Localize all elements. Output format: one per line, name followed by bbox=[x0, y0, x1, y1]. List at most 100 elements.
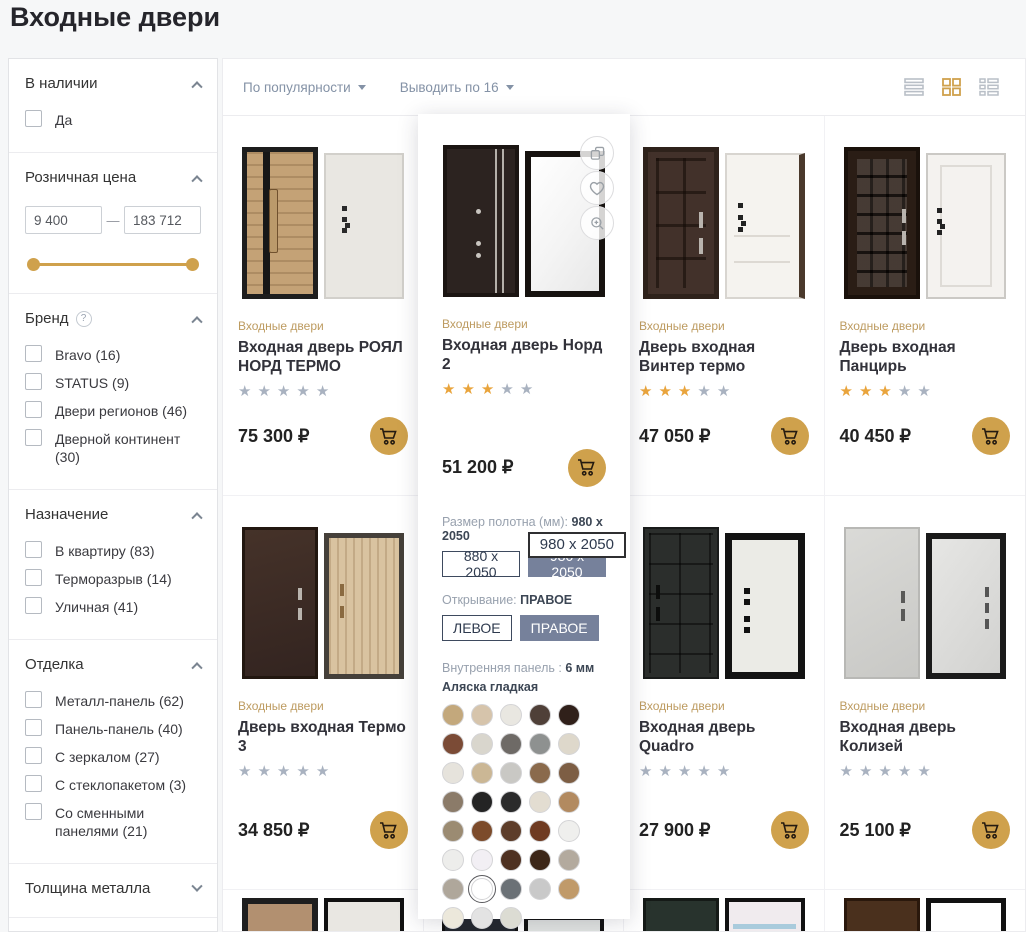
panel-color-swatch[interactable] bbox=[558, 820, 580, 842]
product-card[interactable]: Входные двери Дверь входная Термо 3 ★★★★… bbox=[223, 496, 423, 889]
product-card[interactable]: Входные двери Входная дверь РОЯЛ НОРД ТЕ… bbox=[223, 116, 423, 495]
filter-header-finish[interactable]: Отделка bbox=[25, 650, 201, 679]
checkbox[interactable] bbox=[25, 719, 42, 736]
panel-color-swatch[interactable] bbox=[529, 733, 551, 755]
table-view-icon[interactable] bbox=[979, 78, 999, 96]
panel-color-swatch[interactable] bbox=[442, 907, 464, 929]
product-title[interactable]: Входная дверь Колизей bbox=[840, 718, 1011, 757]
per-page-dropdown[interactable]: Выводить по 16 bbox=[400, 80, 514, 95]
product-category[interactable]: Входные двери bbox=[840, 699, 1011, 713]
panel-color-swatch[interactable] bbox=[442, 733, 464, 755]
panel-color-swatch[interactable] bbox=[500, 849, 522, 871]
panel-color-swatch[interactable] bbox=[471, 704, 493, 726]
product-category[interactable]: Входные двери bbox=[840, 319, 1011, 333]
panel-color-swatch[interactable] bbox=[471, 907, 493, 929]
panel-color-swatch[interactable] bbox=[529, 849, 551, 871]
panel-color-swatch[interactable] bbox=[558, 849, 580, 871]
checkbox[interactable] bbox=[25, 747, 42, 764]
filter-option-finish[interactable]: Со сменными панелями (21) bbox=[25, 803, 201, 840]
product-card-partial[interactable] bbox=[223, 890, 424, 932]
checkbox[interactable] bbox=[25, 691, 42, 708]
product-title[interactable]: Дверь входная Панцирь bbox=[840, 338, 1011, 377]
checkbox[interactable] bbox=[25, 597, 42, 614]
panel-color-swatch[interactable] bbox=[500, 820, 522, 842]
panel-color-swatch[interactable] bbox=[558, 704, 580, 726]
filter-option-brand[interactable]: Bravo (16) bbox=[25, 345, 201, 364]
product-title[interactable]: Дверь входная Термо 3 bbox=[238, 718, 408, 757]
filter-option-finish[interactable]: Металл-панель (62) bbox=[25, 691, 201, 710]
checkbox[interactable] bbox=[25, 401, 42, 418]
panel-color-swatch[interactable] bbox=[442, 762, 464, 784]
panel-color-swatch[interactable] bbox=[471, 878, 493, 900]
panel-color-swatch[interactable] bbox=[471, 733, 493, 755]
slider-handle-min[interactable] bbox=[27, 258, 40, 271]
panel-color-swatch[interactable] bbox=[471, 849, 493, 871]
add-to-cart-button[interactable] bbox=[370, 417, 408, 455]
filter-header-leaf-thickness[interactable]: Толщина полотна bbox=[25, 928, 201, 932]
product-card[interactable]: Входные двери Входная дверь Колизей ★★★★… bbox=[825, 496, 1026, 889]
checkbox[interactable] bbox=[25, 429, 42, 446]
panel-color-swatch[interactable] bbox=[442, 878, 464, 900]
price-to-input[interactable] bbox=[124, 206, 201, 234]
checkbox[interactable] bbox=[25, 569, 42, 586]
panel-color-swatch[interactable] bbox=[558, 762, 580, 784]
checkbox[interactable] bbox=[25, 541, 42, 558]
product-card-partial[interactable] bbox=[825, 890, 1026, 932]
panel-color-swatch[interactable] bbox=[471, 762, 493, 784]
filter-option-purpose[interactable]: Терморазрыв (14) bbox=[25, 569, 201, 588]
add-to-cart-button[interactable] bbox=[771, 417, 809, 455]
quick-view-button[interactable] bbox=[580, 206, 614, 240]
panel-color-swatch[interactable] bbox=[529, 704, 551, 726]
list-view-icon[interactable] bbox=[904, 78, 924, 96]
product-category[interactable]: Входные двери bbox=[238, 699, 408, 713]
panel-color-swatch[interactable] bbox=[500, 704, 522, 726]
filter-option-purpose[interactable]: Уличная (41) bbox=[25, 597, 201, 616]
panel-color-swatch[interactable] bbox=[558, 791, 580, 813]
product-title[interactable]: Входная дверь РОЯЛ НОРД ТЕРМО bbox=[238, 338, 408, 377]
panel-color-swatch[interactable] bbox=[500, 878, 522, 900]
checkbox[interactable] bbox=[25, 775, 42, 792]
panel-color-swatch[interactable] bbox=[442, 791, 464, 813]
product-card[interactable]: Входные двери Дверь входная Панцирь ★★★★… bbox=[825, 116, 1026, 495]
compare-button[interactable] bbox=[580, 136, 614, 170]
product-card[interactable]: Входные двери Дверь входная Винтер термо… bbox=[624, 116, 824, 495]
sort-dropdown[interactable]: По популярности bbox=[243, 80, 366, 95]
filter-option-finish[interactable]: С стеклопакетом (3) bbox=[25, 775, 201, 794]
add-to-cart-button[interactable] bbox=[771, 811, 809, 849]
panel-color-swatch[interactable] bbox=[500, 907, 522, 929]
panel-color-swatch[interactable] bbox=[442, 704, 464, 726]
add-to-cart-button[interactable] bbox=[370, 811, 408, 849]
product-card-partial[interactable] bbox=[624, 890, 825, 932]
size-option-880[interactable]: 880 x 2050 bbox=[442, 551, 520, 577]
product-category[interactable]: Входные двери bbox=[442, 317, 606, 331]
panel-color-swatch[interactable] bbox=[529, 762, 551, 784]
panel-color-swatch[interactable] bbox=[442, 849, 464, 871]
panel-color-swatch[interactable] bbox=[471, 820, 493, 842]
add-to-cart-button[interactable] bbox=[568, 449, 606, 487]
add-to-cart-button[interactable] bbox=[972, 811, 1010, 849]
slider-handle-max[interactable] bbox=[186, 258, 199, 271]
product-hover-card[interactable]: Входные двери Входная дверь Норд 2 ★★★★★… bbox=[418, 114, 630, 919]
panel-color-swatch[interactable] bbox=[529, 878, 551, 900]
panel-color-swatch[interactable] bbox=[529, 820, 551, 842]
checkbox[interactable] bbox=[25, 373, 42, 390]
filter-option-brand[interactable]: Дверной континент (30) bbox=[25, 429, 201, 466]
panel-color-swatch[interactable] bbox=[500, 733, 522, 755]
filter-option-brand[interactable]: STATUS (9) bbox=[25, 373, 201, 392]
product-title[interactable]: Входная дверь Норд 2 bbox=[442, 336, 606, 375]
filter-option-finish[interactable]: Панель-панель (40) bbox=[25, 719, 201, 738]
product-category[interactable]: Входные двери bbox=[639, 319, 809, 333]
product-title[interactable]: Входная дверь Quadro bbox=[639, 718, 809, 757]
opening-option-left[interactable]: ЛЕВОЕ bbox=[442, 615, 512, 641]
filter-header-purpose[interactable]: Назначение bbox=[25, 500, 201, 529]
filter-header-metal-thickness[interactable]: Толщина металла bbox=[25, 874, 201, 903]
product-card[interactable]: Входные двери Входная дверь Quadro ★★★★★… bbox=[624, 496, 824, 889]
panel-color-swatch[interactable] bbox=[558, 733, 580, 755]
panel-color-swatch[interactable] bbox=[500, 762, 522, 784]
grid-view-icon[interactable] bbox=[942, 78, 961, 96]
filter-header-price[interactable]: Розничная цена bbox=[25, 163, 201, 192]
product-category[interactable]: Входные двери bbox=[639, 699, 809, 713]
checkbox[interactable] bbox=[25, 345, 42, 362]
panel-color-swatch[interactable] bbox=[558, 878, 580, 900]
checkbox[interactable] bbox=[25, 110, 42, 127]
